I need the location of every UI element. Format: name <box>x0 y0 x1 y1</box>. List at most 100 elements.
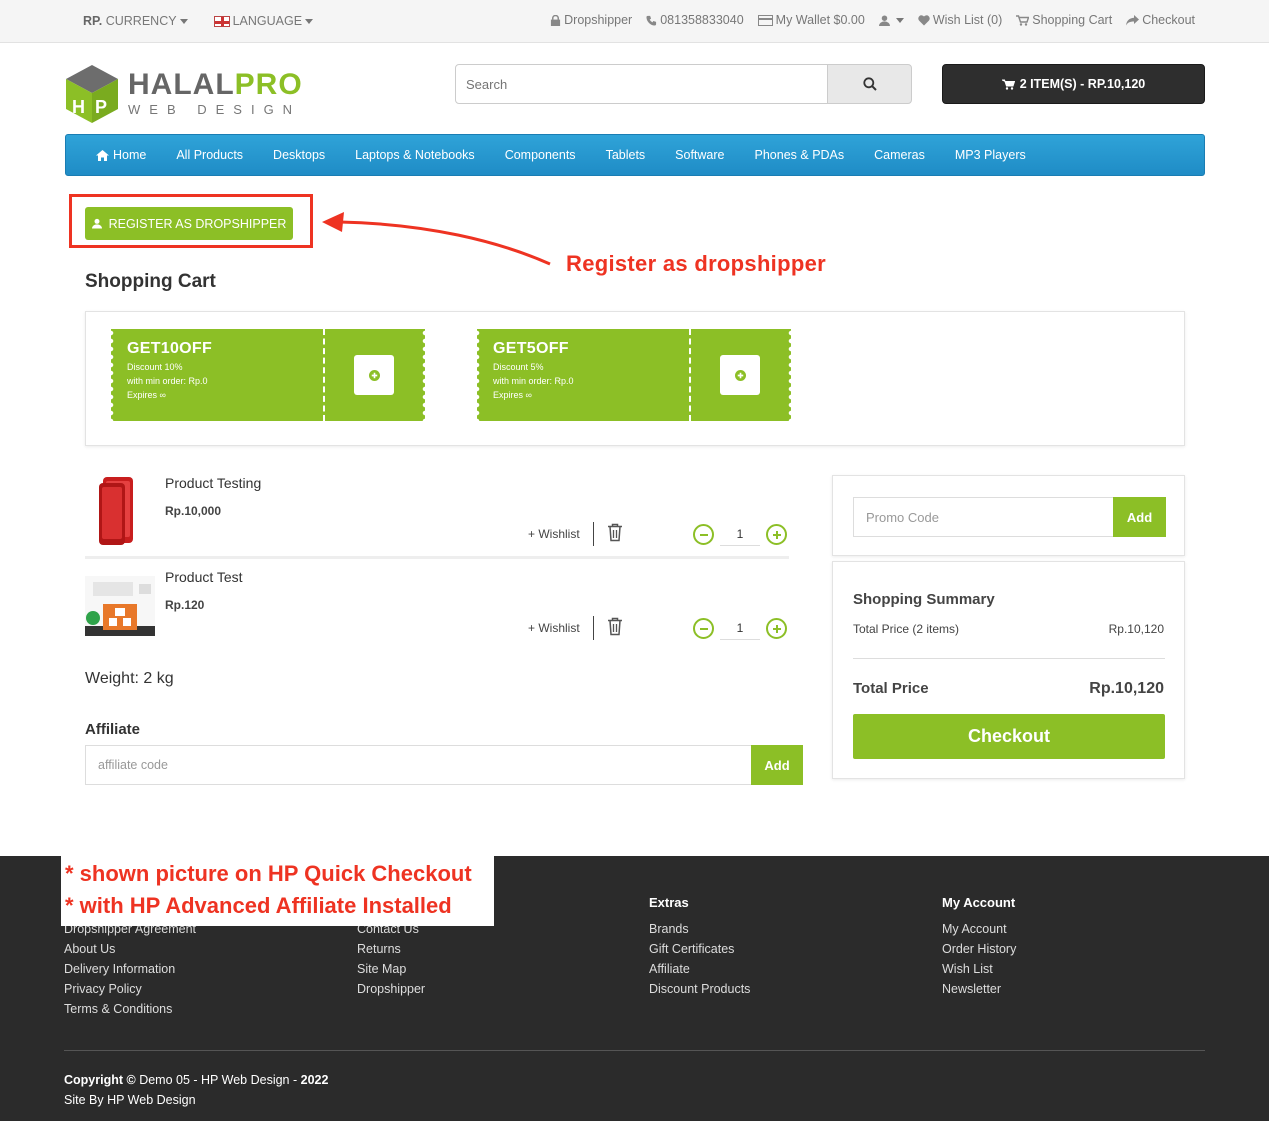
dropshipper-link[interactable]: Dropshipper <box>550 13 632 27</box>
cart-icon <box>1001 79 1015 90</box>
product-thumbnail[interactable] <box>97 475 141 547</box>
coupon-edge <box>785 329 791 421</box>
page-title: Shopping Cart <box>85 271 216 292</box>
plus-icon <box>772 624 781 633</box>
nav-item-mp3[interactable]: MP3 Players <box>955 148 1026 162</box>
checkout-button[interactable]: Checkout <box>853 714 1165 759</box>
footer-link[interactable]: Brands <box>649 922 689 936</box>
footer-link[interactable]: My Account <box>942 922 1007 936</box>
cart-weight: Weight: 2 kg <box>85 670 174 687</box>
logo[interactable]: HALALPRO WEB DESIGN <box>128 68 303 118</box>
wishlist-link[interactable]: Wish List (0) <box>918 13 1002 27</box>
logo-title-part2: PRO <box>234 68 303 101</box>
nav-item-home[interactable]: Home <box>96 148 146 162</box>
footer-link[interactable]: Returns <box>357 942 401 956</box>
footer-link[interactable]: Affiliate <box>649 962 690 976</box>
chevron-down-icon <box>305 19 314 25</box>
footer-link[interactable]: Dropshipper <box>357 982 425 996</box>
plus-circle-icon <box>734 369 746 381</box>
footer-link[interactable]: Gift Certificates <box>649 942 734 956</box>
logo-cube-icon[interactable]: H P <box>64 63 120 125</box>
chevron-down-icon <box>179 19 188 25</box>
nav-item-software[interactable]: Software <box>675 148 724 162</box>
footer-link[interactable]: Terms & Conditions <box>64 1002 172 1016</box>
coupon-expires: Expires ∞ <box>127 389 166 400</box>
currency-label: CURRENCY <box>105 14 177 28</box>
product-name[interactable]: Product Testing <box>165 475 261 491</box>
increase-qty-button[interactable] <box>766 524 787 545</box>
checkout-link[interactable]: Checkout <box>1126 13 1195 27</box>
trash-icon[interactable] <box>607 617 623 636</box>
register-dropshipper-label: REGISTER AS DROPSHIPPER <box>108 216 287 231</box>
coupon-panel: GET10OFF Discount 10% with min order: Rp.… <box>85 311 1185 446</box>
quantity-field[interactable]: 1 <box>720 524 760 546</box>
add-affiliate-button[interactable]: Add <box>751 745 803 785</box>
footer-link[interactable]: Newsletter <box>942 982 1001 996</box>
annotation-text: Register as dropshipper <box>566 251 826 276</box>
nav-item-cameras[interactable]: Cameras <box>874 148 925 162</box>
nav-item-desktops[interactable]: Desktops <box>273 148 325 162</box>
nav-item-components[interactable]: Components <box>505 148 576 162</box>
footer-heading: My Account <box>942 895 1016 910</box>
add-to-wishlist-link[interactable]: + Wishlist <box>528 527 580 541</box>
wallet-link[interactable]: My Wallet $0.00 <box>757 13 865 27</box>
user-icon <box>878 15 890 27</box>
quantity-field[interactable]: 1 <box>720 618 760 640</box>
apply-coupon-button[interactable] <box>720 355 760 395</box>
footer-link[interactable]: About Us <box>64 942 115 956</box>
cart-icon <box>1016 15 1030 26</box>
currency-dropdown[interactable]: RP. CURRENCY <box>83 14 188 28</box>
cart-summary-button[interactable]: 2 ITEM(S) - RP.10,120 <box>942 64 1205 104</box>
summary-heading: Shopping Summary <box>853 591 995 608</box>
product-thumbnail[interactable] <box>85 576 155 636</box>
coupon-info: GET5OFF Discount 5% with min order: Rp.0 E… <box>477 329 691 421</box>
grand-total-value: Rp.10,120 <box>1089 680 1164 697</box>
footer-link[interactable]: Delivery Information <box>64 962 175 976</box>
affiliate-code-input[interactable]: affiliate code <box>85 745 752 785</box>
footer-link[interactable]: Order History <box>942 942 1016 956</box>
summary-total-value: Rp.10,120 <box>1108 622 1164 636</box>
main-nav: Home All Products Desktops Laptops & Not… <box>65 134 1205 176</box>
language-dropdown[interactable]: LANGUAGE <box>213 14 314 28</box>
annotation-arrow-icon <box>322 212 551 266</box>
decrease-qty-button[interactable] <box>693 618 714 639</box>
coupon-code: GET10OFF <box>127 340 213 357</box>
search-input[interactable] <box>455 64 828 104</box>
nav-item-phones[interactable]: Phones & PDAs <box>755 148 845 162</box>
annotation-note-line: * shown picture on HP Quick Checkout <box>65 861 472 886</box>
minus-icon <box>699 627 708 630</box>
coupon-code: GET5OFF <box>493 340 569 357</box>
footer-link[interactable]: Wish List <box>942 962 993 976</box>
logo-subtitle: WEB DESIGN <box>128 102 302 117</box>
decrease-qty-button[interactable] <box>693 524 714 545</box>
account-dropdown[interactable] <box>878 13 904 27</box>
nav-item-laptops[interactable]: Laptops & Notebooks <box>355 148 475 162</box>
footer-link[interactable]: Discount Products <box>649 982 750 996</box>
nav-item-all-products[interactable]: All Products <box>176 148 243 162</box>
trash-icon[interactable] <box>607 523 623 542</box>
cart-summary-label: 2 ITEM(S) - RP.10,120 <box>1019 77 1146 91</box>
wishlist-label: Wish List (0) <box>932 13 1003 27</box>
add-to-wishlist-link[interactable]: + Wishlist <box>528 621 580 635</box>
footer-link[interactable]: Site Map <box>357 962 406 976</box>
product-name[interactable]: Product Test <box>165 569 243 585</box>
phone-link[interactable]: 081358833040 <box>646 13 744 27</box>
search-button[interactable] <box>827 64 912 104</box>
footer-divider <box>64 1050 1205 1051</box>
user-icon <box>91 218 102 229</box>
register-dropshipper-button[interactable]: REGISTER AS DROPSHIPPER <box>85 207 293 240</box>
affiliate-heading: Affiliate <box>85 721 141 738</box>
apply-coupon-button[interactable] <box>354 355 394 395</box>
footer-link[interactable]: Privacy Policy <box>64 982 142 996</box>
checkout-label: Checkout <box>1142 13 1195 27</box>
phone-number: 081358833040 <box>660 13 744 27</box>
promo-code-input[interactable]: Promo Code <box>853 497 1115 537</box>
increase-qty-button[interactable] <box>766 618 787 639</box>
promo-panel: Promo Code Add <box>832 475 1185 556</box>
nav-item-tablets[interactable]: Tablets <box>606 148 646 162</box>
coupon-edge <box>419 329 425 421</box>
shopping-cart-link[interactable]: Shopping Cart <box>1016 13 1112 27</box>
share-icon <box>1126 15 1140 26</box>
add-promo-button[interactable]: Add <box>1113 497 1166 537</box>
footer-heading: Extras <box>649 895 689 910</box>
